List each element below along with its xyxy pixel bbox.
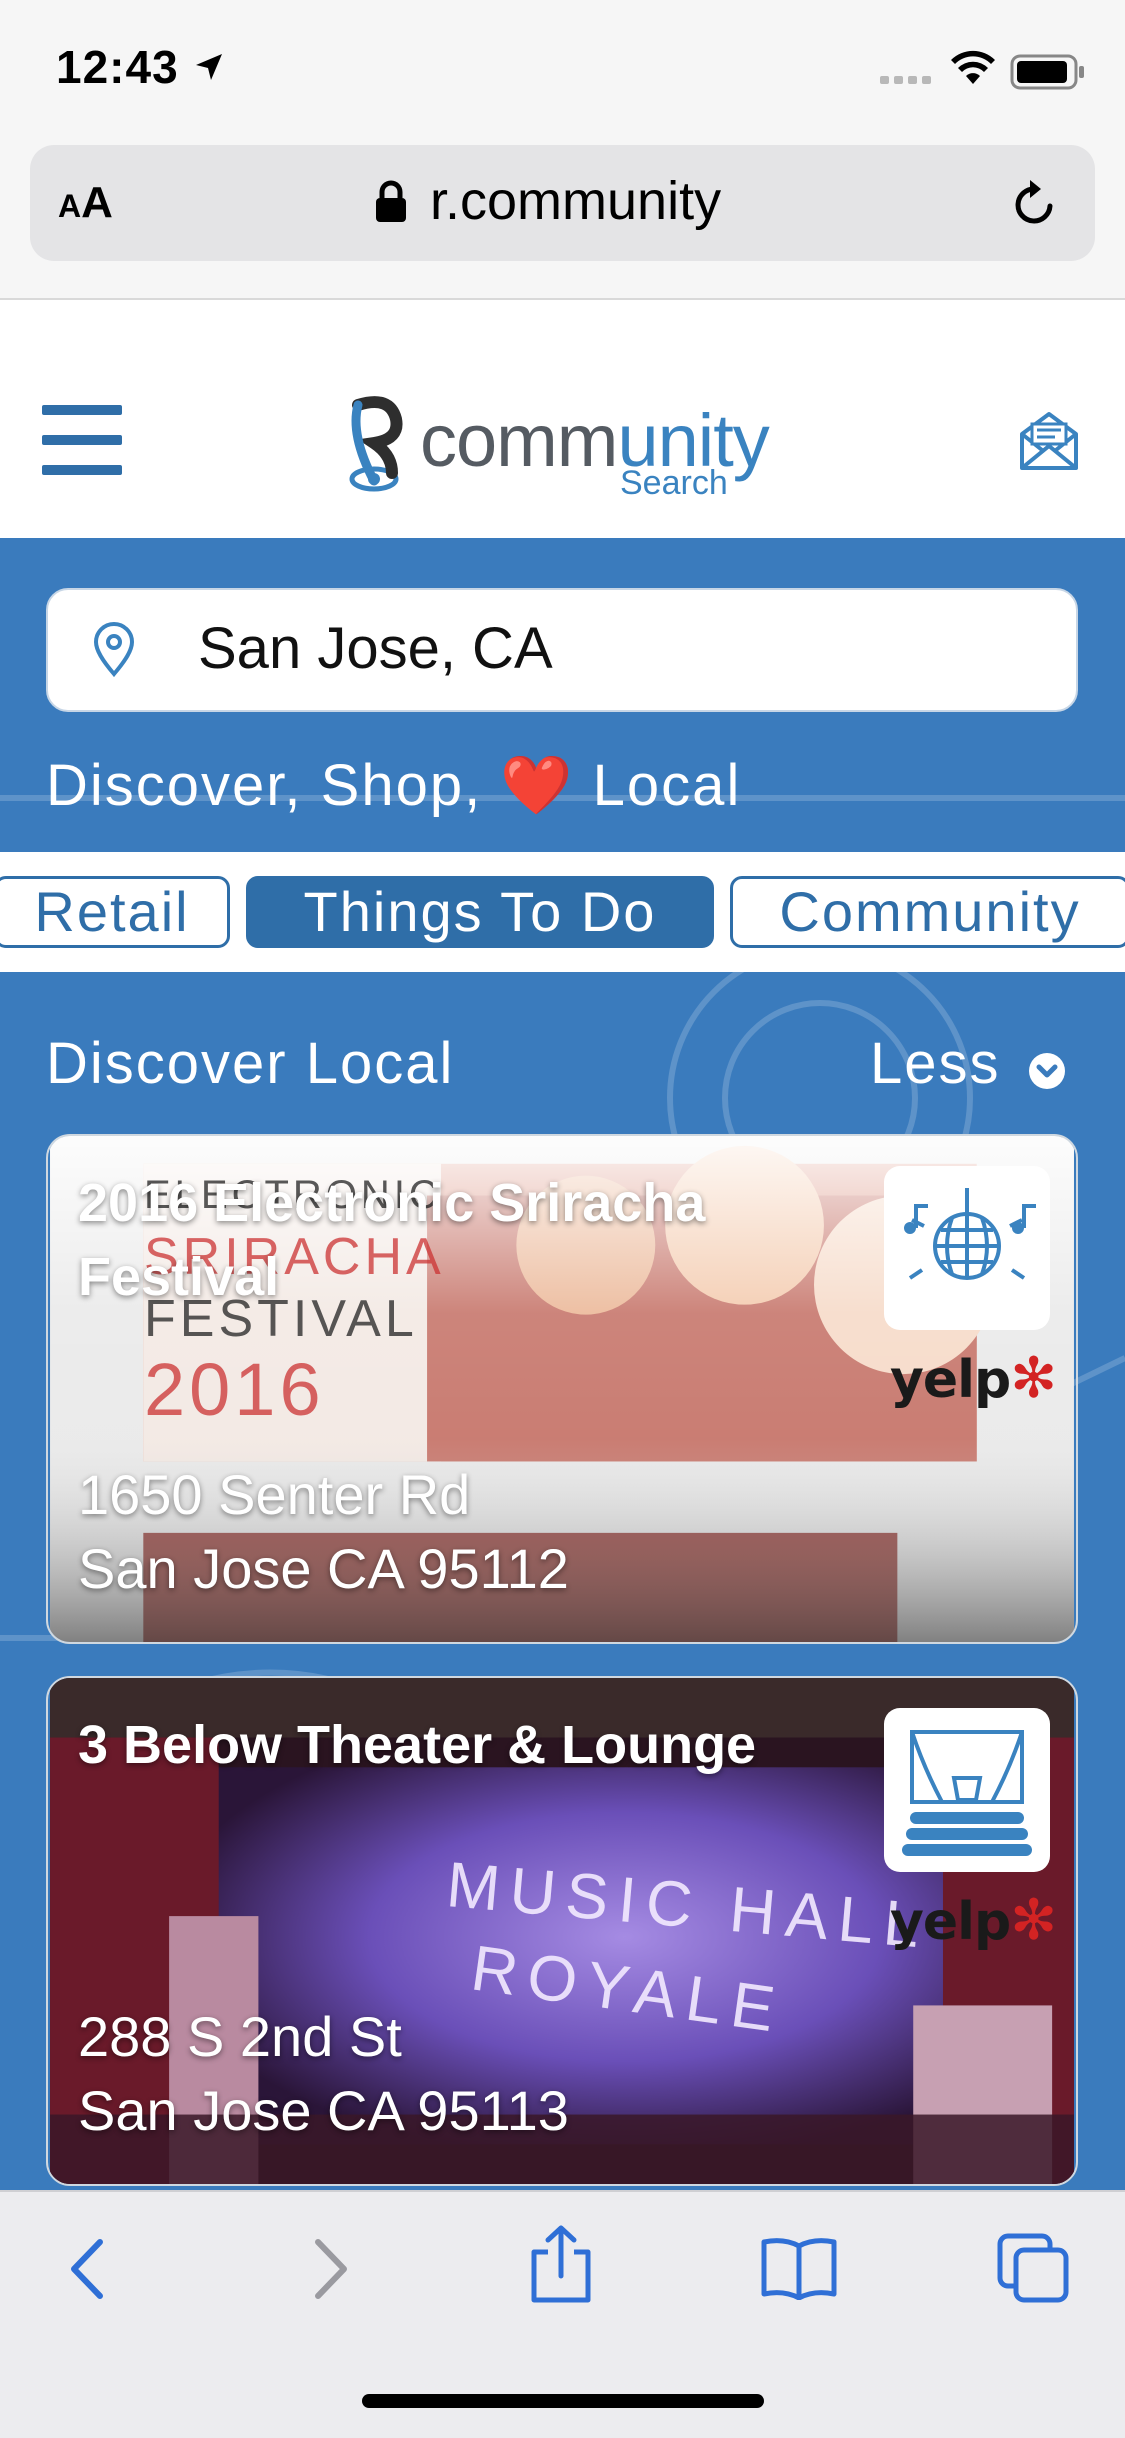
photo-text-line: 2016 xyxy=(144,1348,325,1431)
battery-icon xyxy=(1010,54,1084,90)
reader-text-size-button[interactable]: AA xyxy=(58,178,113,228)
yelp-wordmark: yelp xyxy=(890,1350,1011,1410)
card-address-line1: 288 S 2nd St xyxy=(78,2005,402,2068)
disco-music-icon xyxy=(904,1188,1036,1280)
logo-subtitle: Search xyxy=(620,464,728,502)
card-address-line2: San Jose CA 95113 xyxy=(78,2079,569,2142)
aa-small-label: A xyxy=(58,188,82,224)
cellular-signal-icon xyxy=(880,76,931,84)
bookmarks-icon[interactable] xyxy=(760,2236,838,2300)
heart-emoji: ❤️ xyxy=(500,753,575,818)
tabs-icon[interactable] xyxy=(996,2232,1070,2304)
logo-word-start: comm xyxy=(420,399,618,482)
hamburger-menu-icon[interactable] xyxy=(42,405,122,475)
lock-icon xyxy=(376,180,406,222)
category-badge xyxy=(884,1166,1050,1330)
tagline-end: Local xyxy=(592,753,742,818)
yelp-wordmark: yelp xyxy=(890,1892,1011,1952)
aa-big-label: A xyxy=(81,178,113,227)
back-icon[interactable] xyxy=(62,2236,112,2302)
tagline-start: Discover, Shop, xyxy=(46,753,483,818)
event-card[interactable]: ELECTRONIC SRIRACHA FESTIVAL 2016 2016 E… xyxy=(46,1134,1078,1644)
tab-retail[interactable]: Retail xyxy=(0,876,230,948)
status-time: 12:43 xyxy=(56,41,179,93)
home-indicator[interactable] xyxy=(362,2394,764,2408)
event-card[interactable]: MUSIC HALL ROYALE 3 Below Theater & Loun… xyxy=(46,1676,1078,2186)
forward-icon[interactable] xyxy=(306,2236,356,2302)
theater-stage-icon xyxy=(902,1730,1032,1856)
card-address-line1: 1650 Senter Rd xyxy=(78,1463,471,1526)
wifi-icon xyxy=(951,50,995,84)
card-address-line2: San Jose CA 95112 xyxy=(78,1537,569,1600)
logo-r-icon xyxy=(349,396,403,492)
yelp-logo[interactable]: yelp✻ xyxy=(890,1888,1057,1953)
card-title[interactable]: 2016 Electronic Sriracha Festival xyxy=(78,1166,838,1314)
tagline: Discover, Shop, ❤️ Local xyxy=(46,752,741,820)
location-search-value[interactable]: San Jose, CA xyxy=(198,615,553,682)
newsletter-mail-icon[interactable] xyxy=(1018,410,1080,472)
chevron-down-circle-icon[interactable] xyxy=(1028,1052,1066,1090)
section-title: Discover Local xyxy=(46,1031,455,1096)
yelp-logo[interactable]: yelp✻ xyxy=(890,1346,1057,1411)
tab-things-to-do[interactable]: Things To Do xyxy=(246,876,714,948)
url-text[interactable]: r.community xyxy=(430,170,721,232)
card-title[interactable]: 3 Below Theater & Lounge xyxy=(78,1708,838,1782)
less-toggle[interactable]: Less xyxy=(870,1030,1001,1097)
location-arrow-icon xyxy=(196,54,222,80)
map-pin-icon xyxy=(93,622,135,678)
card-photo-text: MUSIC HALL ROYALE xyxy=(408,1848,968,2047)
category-badge xyxy=(884,1708,1050,1872)
tab-community[interactable]: Community xyxy=(730,876,1125,948)
reload-icon[interactable] xyxy=(1010,176,1060,230)
share-icon[interactable] xyxy=(528,2224,594,2304)
